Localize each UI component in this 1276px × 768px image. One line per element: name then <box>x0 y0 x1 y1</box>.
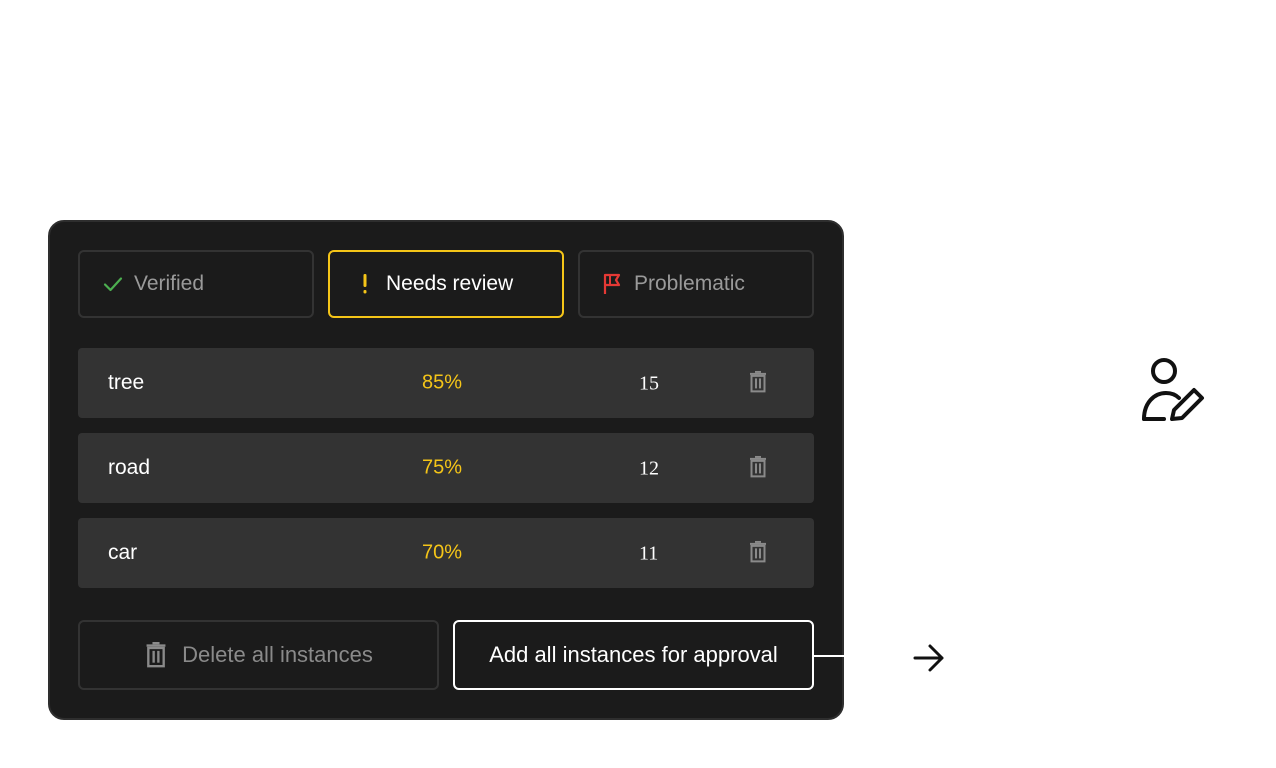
delete-all-button[interactable]: Delete all instances <box>78 620 439 690</box>
user-edit-icon <box>1140 356 1208 424</box>
list-item: tree 85% 15 <box>78 348 814 418</box>
item-count: 15 <box>639 372 659 395</box>
review-panel: Verified Needs review Problematic tree 8… <box>48 220 844 720</box>
check-icon <box>102 273 124 295</box>
add-all-for-approval-label: Add all instances for approval <box>489 642 778 667</box>
flag-icon <box>602 273 624 295</box>
item-label: road <box>108 456 151 479</box>
trash-icon[interactable] <box>748 370 768 393</box>
trash-icon[interactable] <box>748 540 768 563</box>
item-percent: 70% <box>422 541 463 564</box>
item-count: 12 <box>639 457 659 480</box>
list-item: car 70% 11 <box>78 518 814 588</box>
item-percent: 85% <box>422 371 463 394</box>
tab-problematic-label: Problematic <box>634 272 745 295</box>
list-item: road 75% 12 <box>78 433 814 503</box>
trash-icon <box>144 642 168 668</box>
tab-problematic[interactable]: Problematic <box>578 250 814 318</box>
item-count: 11 <box>639 542 659 565</box>
item-percent: 75% <box>422 456 463 479</box>
tab-needs-review-label: Needs review <box>386 272 514 295</box>
delete-all-label: Delete all instances <box>182 642 373 667</box>
tab-verified-label: Verified <box>134 272 205 295</box>
trash-icon[interactable] <box>748 455 768 478</box>
tab-verified[interactable]: Verified <box>78 250 314 318</box>
item-label: car <box>108 541 138 564</box>
arrow-right-icon <box>912 642 946 674</box>
exclamation-icon <box>354 273 376 295</box>
add-all-for-approval-button[interactable]: Add all instances for approval <box>453 620 814 690</box>
connector-line <box>814 655 846 657</box>
tab-needs-review[interactable]: Needs review <box>328 250 564 318</box>
item-label: tree <box>108 371 145 394</box>
